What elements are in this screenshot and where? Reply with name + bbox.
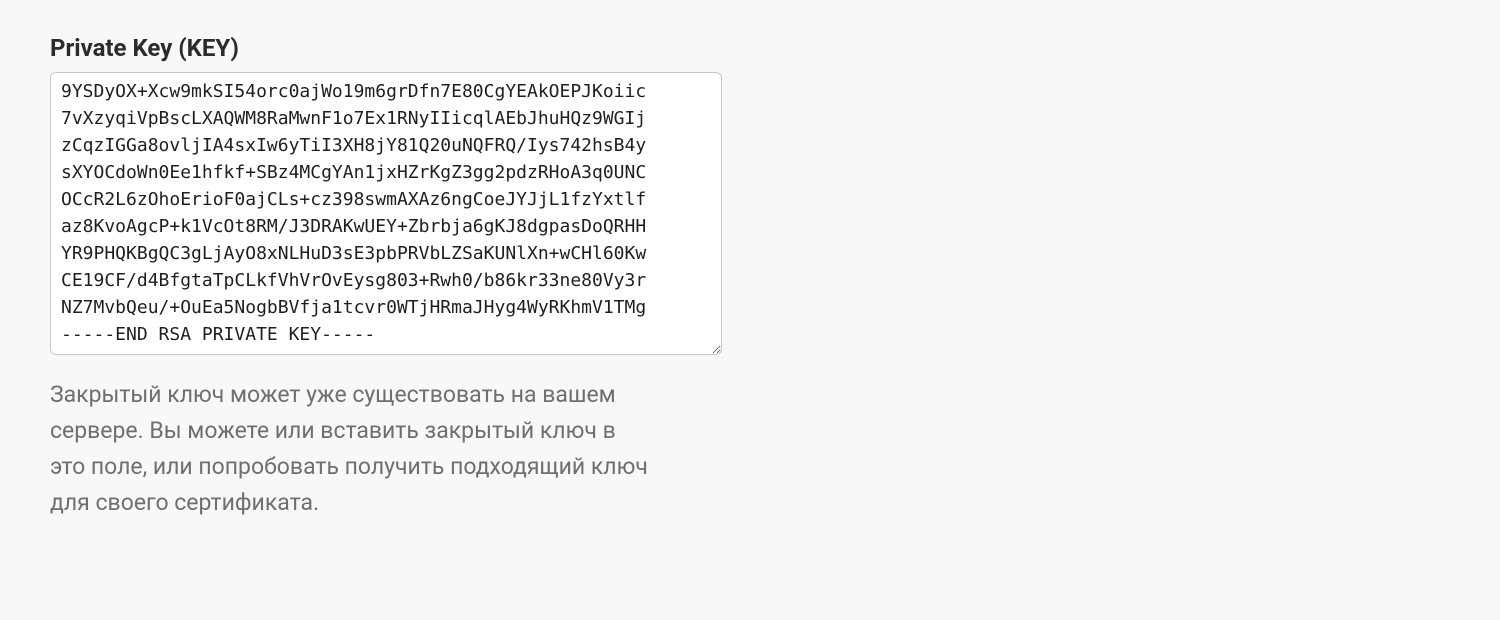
private-key-section-label: Private Key (KEY) <box>50 34 1450 62</box>
private-key-help-text: Закрытый ключ может уже существовать на … <box>50 377 650 521</box>
private-key-input[interactable] <box>50 72 722 355</box>
